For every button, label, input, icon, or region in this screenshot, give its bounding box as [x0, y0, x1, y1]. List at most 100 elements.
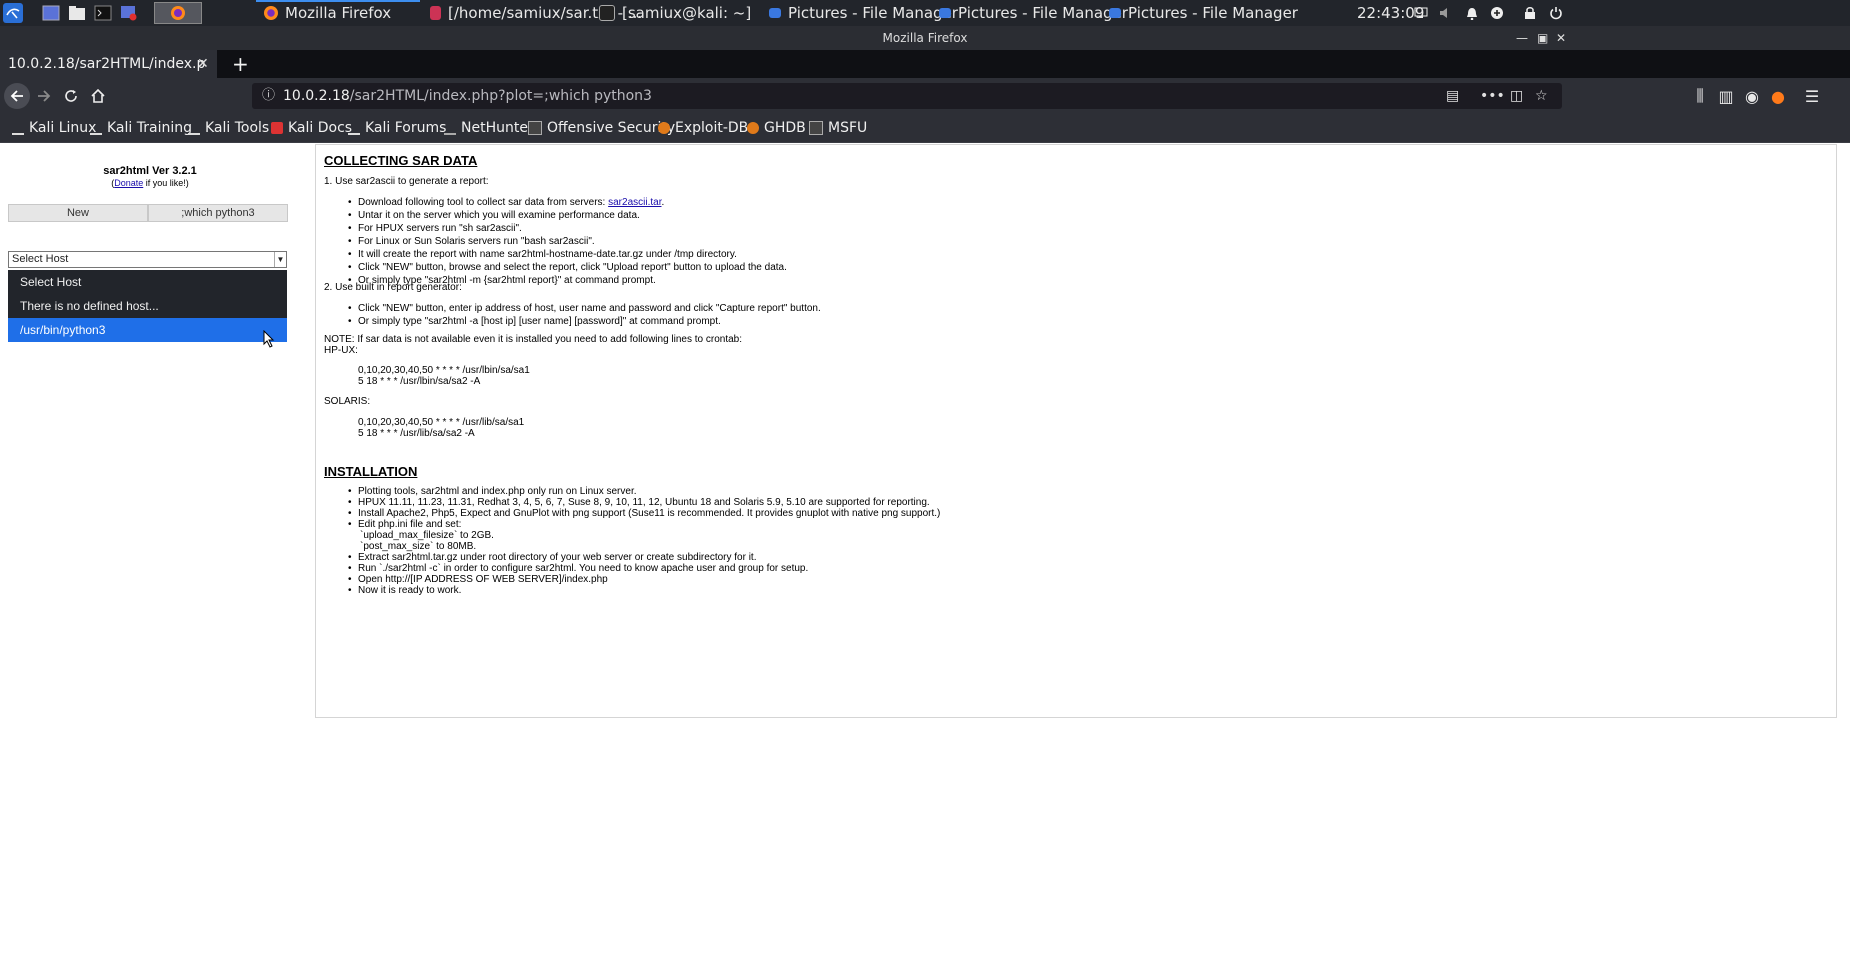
- tab-active[interactable]: 10.0.2.18/sar2HTML/index.p: [0, 50, 217, 78]
- bookmark-kali-forums[interactable]: Kali Forums: [348, 114, 446, 142]
- firefox-launcher-icon[interactable]: [154, 2, 202, 24]
- note-text: NOTE: If sar data is not available even …: [324, 334, 743, 345]
- reload-icon[interactable]: [59, 84, 83, 108]
- kali-dragon-icon: [90, 121, 102, 135]
- sar2ascii-link[interactable]: sar2ascii.tar: [608, 197, 661, 208]
- taskbar-item-file-manager-3[interactable]: Pictures - File Manager: [1109, 0, 1298, 26]
- chevron-down-icon: ▼: [274, 252, 286, 267]
- kali-dragon-icon: [348, 121, 360, 135]
- file-manager-icon[interactable]: [66, 2, 88, 24]
- terminal-icon: [599, 5, 615, 21]
- workspace-icon[interactable]: [40, 2, 62, 24]
- back-arrow-icon[interactable]: [4, 83, 30, 109]
- list-item: Now it is ready to work.: [348, 585, 940, 596]
- host-option-selected[interactable]: /usr/bin/python3: [8, 318, 287, 342]
- bookmark-kali-training[interactable]: Kali Training: [90, 114, 192, 142]
- bookmark-kali-tools[interactable]: Kali Tools: [188, 114, 269, 142]
- forward-arrow-icon[interactable]: [32, 84, 56, 108]
- bookmark-label: Kali Linux: [29, 120, 97, 136]
- network-icon[interactable]: [1489, 5, 1505, 21]
- hpux-cron-line: 5 18 * * * /usr/lbin/sa/sa2 -A: [358, 376, 481, 387]
- url-bar[interactable]: ⓘ 10.0.2.18/sar2HTML/index.php?plot=;whi…: [252, 83, 1562, 109]
- bookmark-star-icon[interactable]: ☆: [1535, 83, 1548, 109]
- display-icon[interactable]: [1413, 5, 1429, 21]
- bookmark-label: Offensive Security: [547, 120, 676, 136]
- taskbar-item-terminal[interactable]: [samiux@kali: ~]: [599, 0, 751, 26]
- bookmark-ghdb[interactable]: GHDB: [747, 114, 806, 142]
- bookmark-kali-docs[interactable]: Kali Docs: [271, 114, 352, 142]
- folder-icon: [939, 8, 951, 18]
- menu-icon[interactable]: ☰: [1800, 84, 1824, 108]
- solaris-label: SOLARIS:: [324, 396, 371, 407]
- kali-menu-icon[interactable]: [3, 2, 23, 24]
- bookmark-label: Kali Forums: [365, 120, 447, 136]
- list-item: Plotting tools, sar2html and index.php o…: [348, 486, 940, 497]
- bookmark-nethunter[interactable]: NetHunter: [444, 114, 534, 142]
- tab-strip: 10.0.2.18/sar2HTML/index.p ✕ +: [0, 50, 1850, 78]
- home-icon[interactable]: [86, 84, 110, 108]
- kali-dragon-icon: [12, 121, 24, 135]
- library-icon[interactable]: ⫼: [1688, 84, 1712, 108]
- maximize-icon[interactable]: ▣: [1537, 26, 1548, 50]
- install-list: Plotting tools, sar2html and index.php o…: [348, 486, 940, 596]
- host-select[interactable]: Select Host ▼: [8, 251, 287, 268]
- donate-link[interactable]: Donate: [114, 178, 143, 188]
- bookmark-msfu[interactable]: MSFU: [809, 114, 867, 142]
- minimize-icon[interactable]: —: [1516, 26, 1528, 50]
- step1-text: 1. Use sar2ascii to generate a report:: [324, 176, 489, 187]
- new-tab-icon[interactable]: +: [232, 50, 249, 78]
- page-content: sar2html Ver 3.2.1 (Donate if you like!)…: [0, 143, 1850, 972]
- extension-icon[interactable]: ●: [1766, 84, 1790, 108]
- close-window-icon[interactable]: ✕: [1556, 26, 1566, 50]
- taskbar-item-label: Pictures - File Manager: [1128, 4, 1298, 22]
- top-panel: Mozilla Firefox [/home/samiux/sar.txt - …: [0, 0, 1850, 26]
- step1-list: Download following tool to collect sar d…: [348, 196, 787, 287]
- firefox-icon: [264, 6, 278, 20]
- donate-text: (Donate if you like!): [0, 178, 300, 188]
- bookmark-offensive-security[interactable]: Offensive Security: [528, 114, 675, 142]
- list-item: Download following tool to collect sar d…: [348, 196, 787, 209]
- step2-list: Click "NEW" button, enter ip address of …: [348, 302, 821, 328]
- bookmarks-toolbar: Kali Linux Kali Training Kali Tools Kali…: [0, 114, 1850, 143]
- taskbar-item-file-manager-1[interactable]: Pictures - File Manager: [769, 0, 958, 26]
- sidebar-toggle-icon[interactable]: ▥: [1714, 84, 1738, 108]
- hpux-label: HP-UX:: [324, 345, 358, 356]
- new-button[interactable]: New: [8, 204, 148, 222]
- notification-bell-icon[interactable]: [1464, 5, 1480, 21]
- screenshot-app-icon[interactable]: [118, 2, 140, 24]
- lock-icon[interactable]: [1522, 5, 1538, 21]
- host-option[interactable]: Select Host: [8, 270, 287, 294]
- list-item-continuation: `upload_max_filesize` to 2GB.: [360, 530, 494, 541]
- plot-button[interactable]: ;which python3: [148, 204, 288, 222]
- exploit-db-icon: [658, 122, 670, 134]
- terminal-icon[interactable]: [92, 2, 114, 24]
- page-actions-icon[interactable]: •••: [1480, 83, 1505, 109]
- reader-view-icon[interactable]: ▤: [1446, 83, 1459, 109]
- bookmark-exploit-db[interactable]: Exploit-DB: [658, 114, 748, 142]
- tab-close-icon[interactable]: ✕: [197, 50, 209, 78]
- pocket-icon[interactable]: ◫: [1510, 83, 1523, 109]
- kali-docs-icon: [271, 122, 283, 134]
- bookmark-kali-linux[interactable]: Kali Linux: [12, 114, 96, 142]
- list-item: HPUX 11.11, 11.23, 11.31, Redhat 3, 4, 5…: [348, 497, 940, 508]
- bookmark-label: MSFU: [828, 120, 868, 136]
- site-info-icon[interactable]: ⓘ: [262, 83, 275, 109]
- navigation-bar: ⓘ 10.0.2.18/sar2HTML/index.php?plot=;whi…: [0, 78, 1850, 114]
- account-icon[interactable]: ◉: [1740, 84, 1764, 108]
- taskbar-item-file-manager-2[interactable]: Pictures - File Manager: [939, 0, 1128, 26]
- window-title: Mozilla Firefox: [0, 26, 1850, 50]
- bookmark-label: NetHunter: [461, 120, 534, 136]
- bookmark-label: Kali Training: [107, 120, 192, 136]
- url-text[interactable]: 10.0.2.18/sar2HTML/index.php?plot=;which…: [283, 83, 652, 109]
- text-editor-icon: [430, 6, 441, 20]
- list-item: Open http://[IP ADDRESS OF WEB SERVER]/i…: [348, 574, 940, 585]
- volume-icon[interactable]: [1438, 5, 1454, 21]
- power-icon[interactable]: [1548, 5, 1564, 21]
- ghdb-icon: [747, 122, 759, 134]
- solaris-cron-line: 5 18 * * * /usr/lib/sa/sa2 -A: [358, 428, 475, 439]
- bookmark-label: Kali Tools: [205, 120, 270, 136]
- list-item: For HPUX servers run "sh sar2ascii".: [348, 222, 787, 235]
- host-option[interactable]: There is no defined host...: [8, 294, 287, 318]
- taskbar-item-firefox[interactable]: Mozilla Firefox: [256, 0, 420, 26]
- list-item-text: .: [661, 197, 665, 208]
